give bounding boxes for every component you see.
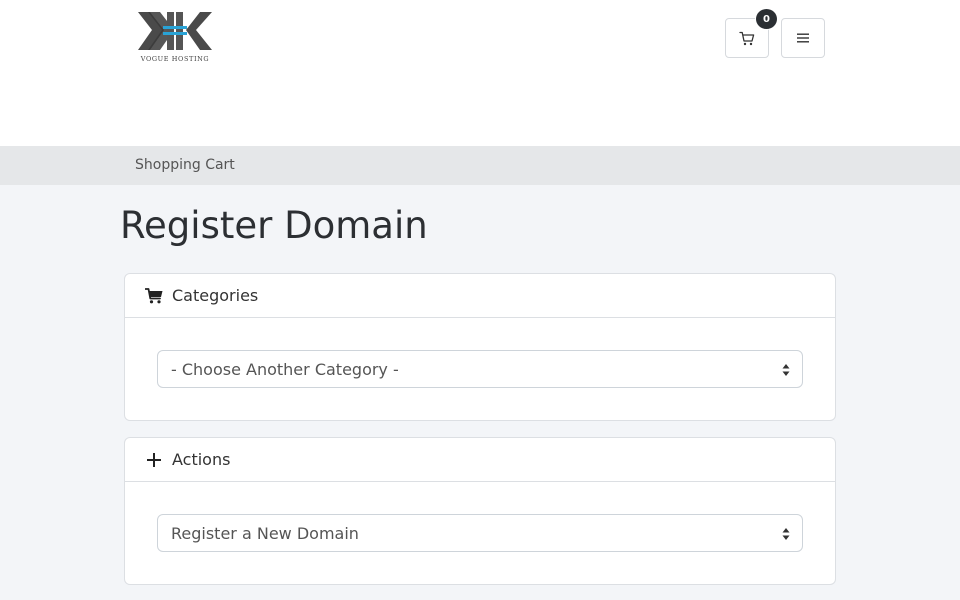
categories-panel: Categories - Choose Another Category -	[124, 273, 836, 421]
breadcrumb: Shopping Cart	[0, 146, 960, 185]
categories-panel-header: Categories	[125, 274, 835, 318]
actions-select-value: Register a New Domain	[171, 523, 359, 543]
site-header: VOGUE HOSTING 0	[0, 0, 960, 146]
plus-icon	[145, 451, 163, 469]
category-select-value: - Choose Another Category -	[171, 359, 399, 379]
actions-select[interactable]: Register a New Domain	[157, 514, 803, 552]
cart-icon	[739, 31, 755, 45]
cart-count-badge: 0	[755, 8, 778, 30]
select-arrows-icon	[782, 364, 790, 376]
category-select[interactable]: - Choose Another Category -	[157, 350, 803, 388]
logo-text: VOGUE HOSTING	[140, 55, 210, 63]
hamburger-menu-icon	[797, 33, 809, 43]
logo-mark-icon	[138, 12, 212, 50]
breadcrumb-current: Shopping Cart	[135, 157, 235, 173]
actions-panel-header: Actions	[125, 438, 835, 482]
page-title: Register Domain	[120, 204, 428, 247]
menu-button[interactable]	[781, 18, 825, 58]
select-arrows-icon	[782, 528, 790, 540]
actions-panel-title: Actions	[172, 450, 231, 469]
categories-panel-title: Categories	[172, 286, 259, 305]
actions-panel: Actions Register a New Domain	[124, 437, 836, 585]
shopping-cart-icon	[145, 287, 163, 305]
vogue-hosting-logo[interactable]: VOGUE HOSTING	[134, 8, 216, 66]
